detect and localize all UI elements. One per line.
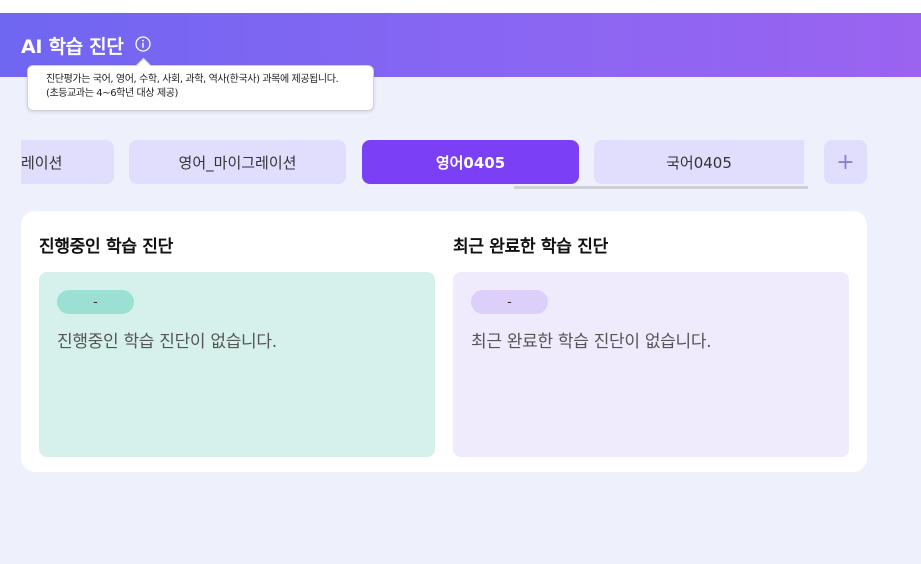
tab-label: 국어0405 bbox=[666, 153, 732, 172]
tab-label: 영어0405 bbox=[435, 153, 506, 172]
tabs-scrollbar[interactable] bbox=[514, 186, 808, 189]
ongoing-diagnosis-card: - 진행중인 학습 진단이 없습니다. bbox=[39, 272, 435, 457]
tab-korean0405[interactable]: 국어0405 bbox=[594, 140, 804, 184]
tooltip-line-1: 진단평가는 국어, 영어, 수학, 사회, 과학, 역사(한국사) 과목에 제공… bbox=[46, 74, 339, 85]
ongoing-empty-message: 진행중인 학습 진단이 없습니다. bbox=[57, 332, 277, 352]
completed-status-badge: - bbox=[471, 290, 548, 314]
diagnosis-panel: 진행중인 학습 진단 최근 완료한 학습 진단 - 진행중인 학습 진단이 없습… bbox=[21, 211, 867, 472]
tab-english0405[interactable]: 영어0405 bbox=[362, 140, 579, 184]
tab-label: 레이션 bbox=[21, 153, 63, 172]
add-tab-button[interactable]: + bbox=[824, 140, 867, 184]
tab-label: 영어_마이그레이션 bbox=[178, 153, 297, 172]
plus-icon: + bbox=[836, 149, 855, 175]
ongoing-status-badge: - bbox=[57, 290, 134, 314]
info-tooltip: 진단평가는 국어, 영어, 수학, 사회, 과학, 역사(한국사) 과목에 제공… bbox=[27, 57, 374, 111]
completed-empty-message: 최근 완료한 학습 진단이 없습니다. bbox=[471, 332, 712, 352]
completed-diagnosis-card: - 최근 완료한 학습 진단이 없습니다. bbox=[453, 272, 849, 457]
tab-english-migration-partial[interactable]: 레이션 bbox=[21, 140, 114, 184]
ongoing-section-title: 진행중인 학습 진단 bbox=[39, 237, 173, 257]
info-circle-icon[interactable] bbox=[135, 36, 151, 52]
top-strip bbox=[0, 0, 921, 13]
tab-english-migration[interactable]: 영어_마이그레이션 bbox=[129, 140, 346, 184]
page-title: AI 학습 진단 bbox=[21, 36, 124, 58]
tooltip-line-2: (초등교과는 4~6학년 대상 제공) bbox=[46, 88, 179, 99]
completed-section-title: 최근 완료한 학습 진단 bbox=[453, 237, 608, 257]
